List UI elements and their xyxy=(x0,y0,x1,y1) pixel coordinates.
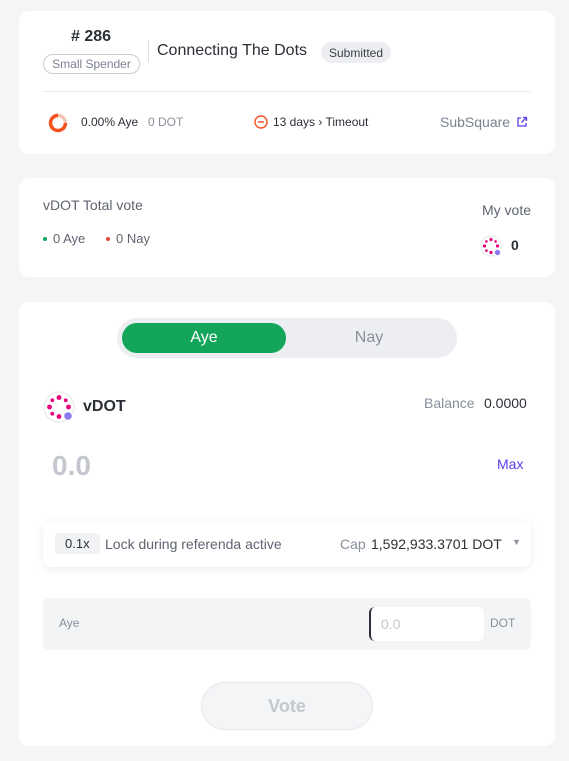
referendum-header-card: # 286 Small Spender Connecting The Dots … xyxy=(19,11,555,154)
aye-vote-count-label: 0 Aye xyxy=(53,231,86,246)
vote-button[interactable]: Vote xyxy=(201,682,373,730)
nay-vote-count-label: 0 Nay xyxy=(116,231,150,246)
track-badge: Small Spender xyxy=(43,54,140,74)
vdot-token-icon xyxy=(480,235,502,257)
total-vote-label: vDOT Total vote xyxy=(43,197,143,213)
conviction-select[interactable]: 0.1x Lock during referenda active Cap 1,… xyxy=(43,521,531,567)
aye-amount-input[interactable] xyxy=(369,607,484,641)
cap-value: 1,592,933.3701 DOT xyxy=(371,536,502,552)
conviction-badge[interactable]: 0.1x xyxy=(55,533,100,554)
vote-form-card: Aye Nay vDOT Balance 0.0000 0.0 Max 0.1x… xyxy=(19,302,555,746)
timeout-label: 13 days › Timeout xyxy=(273,115,369,129)
horizontal-divider xyxy=(43,91,531,92)
subsquare-link[interactable]: SubSquare xyxy=(440,114,528,130)
total-vote-card: vDOT Total vote 0 Aye 0 Nay My vote 0 xyxy=(19,178,555,277)
vdot-token-icon xyxy=(43,391,75,423)
max-button[interactable]: Max xyxy=(497,456,523,472)
nay-dot-icon xyxy=(106,236,110,241)
aye-dot-icon xyxy=(43,236,47,241)
cap-label: Cap xyxy=(340,536,366,552)
my-vote-label: My vote xyxy=(481,202,531,218)
my-vote-value: 0 xyxy=(511,237,519,253)
external-link-icon[interactable] xyxy=(516,116,528,128)
aye-row-label: Aye xyxy=(59,616,80,630)
status-badge: Submitted xyxy=(321,42,392,63)
aye-nay-toggle[interactable]: Aye Nay xyxy=(117,318,457,358)
aye-percent: 0.00% Aye xyxy=(81,115,139,129)
referendum-title: Connecting The Dots xyxy=(157,42,308,59)
minus-circle-icon xyxy=(254,115,268,129)
balance-label: Balance xyxy=(424,395,475,411)
aye-toggle-button[interactable]: Aye xyxy=(122,323,286,353)
balance-value: 0.0000 xyxy=(484,395,527,411)
amount-display[interactable]: 0.0 xyxy=(52,450,91,482)
progress-ring-icon xyxy=(48,113,68,133)
aye-amount-row: Aye DOT xyxy=(43,598,531,650)
aye-vote-count: 0 Aye xyxy=(43,231,85,246)
chevron-down-icon[interactable]: ▼ xyxy=(512,537,521,547)
aye-unit-label: DOT xyxy=(490,616,516,630)
nay-vote-count: 0 Nay xyxy=(106,231,150,246)
subsquare-link-label[interactable]: SubSquare xyxy=(440,114,510,130)
vertical-divider xyxy=(148,40,149,62)
referendum-id: # 286 xyxy=(70,28,112,45)
lock-description: Lock during referenda active xyxy=(105,536,282,552)
aye-amount: 0 DOT xyxy=(148,115,184,129)
token-name: vDOT xyxy=(83,398,126,415)
nay-toggle-button[interactable]: Nay xyxy=(287,323,451,353)
